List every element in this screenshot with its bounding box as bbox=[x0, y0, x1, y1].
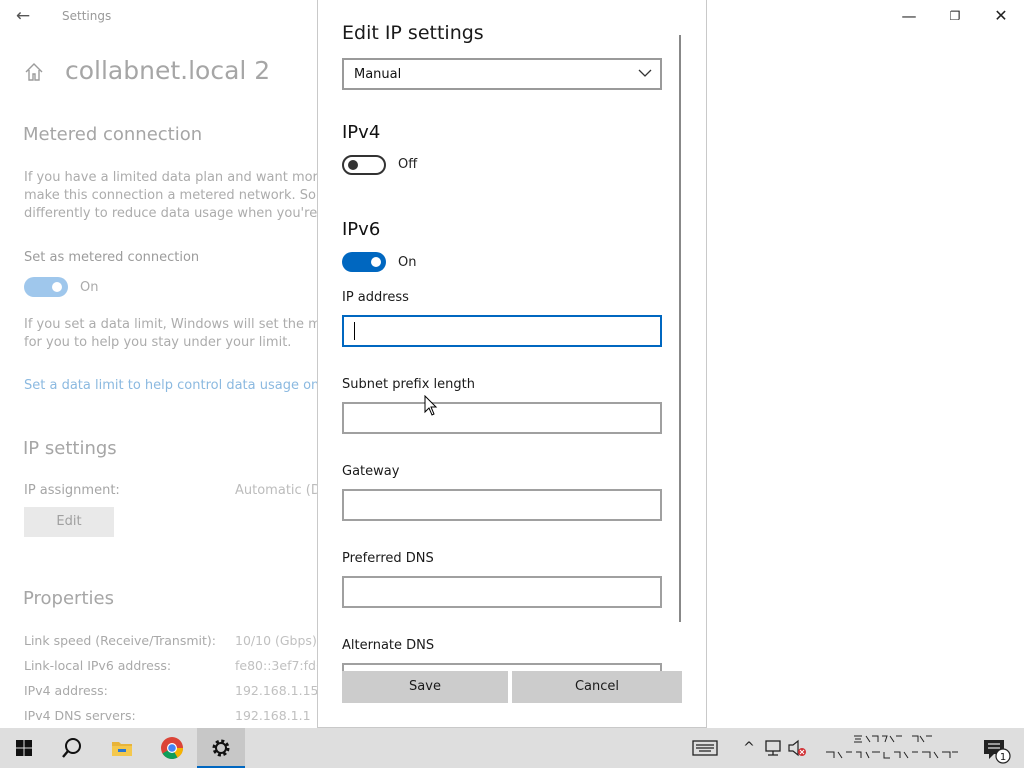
property-key: Link-local IPv6 address: bbox=[24, 658, 172, 673]
ipv6-heading: IPv6 bbox=[342, 219, 381, 240]
home-icon[interactable] bbox=[24, 62, 44, 82]
page-title: collabnet.local 2 bbox=[65, 56, 271, 85]
save-button[interactable]: Save bbox=[342, 671, 508, 703]
mouse-pointer-icon bbox=[424, 395, 438, 416]
clock[interactable] bbox=[822, 728, 962, 768]
property-row: IPv4 address: 192.168.1.15 bbox=[24, 683, 318, 701]
text-caret bbox=[354, 322, 355, 340]
volume-muted-icon[interactable] bbox=[786, 728, 808, 768]
property-value: 192.168.1.15 bbox=[235, 683, 318, 698]
metered-desc-line: If you have a limited data plan and want… bbox=[24, 170, 318, 185]
ip-mode-value: Manual bbox=[354, 67, 402, 82]
data-limit-link[interactable]: Set a data limit to help control data us… bbox=[24, 378, 318, 393]
metered-toggle[interactable] bbox=[24, 277, 68, 297]
toggle-knob bbox=[52, 282, 62, 292]
metered-desc-line: differently to reduce data usage when yo… bbox=[24, 206, 318, 221]
back-arrow-icon[interactable]: ← bbox=[10, 5, 36, 27]
network-icon[interactable] bbox=[762, 728, 784, 768]
taskbar: ^ 1 bbox=[0, 728, 1024, 768]
property-row: IPv4 DNS servers: 192.168.1.1 bbox=[24, 708, 318, 726]
maximize-button[interactable]: ❐ bbox=[932, 0, 978, 32]
ip-address-input[interactable] bbox=[342, 315, 662, 347]
settings-icon bbox=[212, 739, 230, 757]
property-value: fe80::3ef7:fd6 bbox=[235, 658, 318, 673]
toggle-knob bbox=[371, 257, 381, 267]
ip-assignment-label: IP assignment: bbox=[24, 483, 120, 498]
notification-icon: 1 bbox=[984, 740, 1011, 764]
property-row: Link-local IPv6 address: fe80::3ef7:fd6 bbox=[24, 658, 318, 676]
alternate-dns-label: Alternate DNS bbox=[342, 638, 435, 653]
minimize-button[interactable]: — bbox=[886, 0, 932, 32]
ip-mode-dropdown[interactable]: Manual bbox=[342, 58, 662, 90]
metered-heading: Metered connection bbox=[23, 124, 203, 145]
clock-glyphs bbox=[826, 735, 958, 759]
property-row: Link speed (Receive/Transmit): 10/10 (Gb… bbox=[24, 633, 318, 651]
edit-ip-dialog: Edit IP settings Manual IPv4 Off IPv6 On… bbox=[317, 0, 707, 728]
file-explorer-button[interactable] bbox=[98, 728, 146, 768]
limit-desc-line: for you to help you stay under your limi… bbox=[24, 335, 292, 350]
property-value: 192.168.1.1 bbox=[235, 708, 311, 723]
preferred-dns-input[interactable] bbox=[342, 576, 662, 608]
chevron-up-icon[interactable]: ^ bbox=[738, 728, 760, 768]
notification-button[interactable]: 1 bbox=[980, 728, 1014, 768]
alternate-dns-input[interactable] bbox=[342, 663, 662, 671]
metered-description: If you have a limited data plan and want… bbox=[24, 169, 318, 223]
ipv6-toggle[interactable] bbox=[342, 252, 386, 272]
ipv4-toggle[interactable] bbox=[342, 155, 386, 175]
window-title: Settings bbox=[62, 9, 112, 23]
property-key: IPv4 address: bbox=[24, 683, 108, 698]
metered-desc-line: make this connection a metered network. … bbox=[24, 188, 318, 203]
ipv6-toggle-state: On bbox=[398, 255, 417, 270]
gateway-label: Gateway bbox=[342, 464, 400, 479]
file-explorer-icon bbox=[112, 742, 132, 756]
settings-button[interactable] bbox=[197, 728, 245, 768]
start-button[interactable] bbox=[0, 728, 48, 768]
property-key: IPv4 DNS servers: bbox=[24, 708, 136, 723]
ipv4-toggle-state: Off bbox=[398, 157, 418, 172]
ip-address-label: IP address bbox=[342, 290, 409, 305]
gateway-input[interactable] bbox=[342, 489, 662, 521]
close-button[interactable]: ✕ bbox=[978, 0, 1024, 32]
preferred-dns-label: Preferred DNS bbox=[342, 551, 434, 566]
keyboard-icon[interactable] bbox=[690, 728, 720, 768]
ip-settings-heading: IP settings bbox=[23, 438, 117, 459]
metered-toggle-label: Set as metered connection bbox=[24, 250, 200, 265]
chrome-icon bbox=[161, 737, 183, 759]
cancel-button[interactable]: Cancel bbox=[512, 671, 682, 703]
dialog-title: Edit IP settings bbox=[342, 22, 484, 44]
properties-heading: Properties bbox=[23, 588, 114, 609]
limit-desc-line: If you set a data limit, Windows will se… bbox=[24, 317, 318, 332]
chrome-button[interactable] bbox=[148, 728, 196, 768]
metered-toggle-state: On bbox=[80, 280, 99, 295]
data-limit-description: If you set a data limit, Windows will se… bbox=[24, 316, 318, 352]
search-button[interactable] bbox=[48, 728, 96, 768]
notification-count: 1 bbox=[1000, 752, 1006, 763]
property-value: 10/10 (Gbps) bbox=[235, 633, 317, 648]
toggle-knob bbox=[348, 160, 358, 170]
ipv4-heading: IPv4 bbox=[342, 122, 381, 143]
chevron-down-icon bbox=[638, 69, 652, 77]
dialog-scrollbar[interactable] bbox=[679, 35, 681, 622]
search-icon bbox=[62, 738, 81, 758]
edit-button[interactable]: Edit bbox=[24, 507, 114, 537]
property-key: Link speed (Receive/Transmit): bbox=[24, 633, 217, 648]
subnet-prefix-input[interactable] bbox=[342, 402, 662, 434]
start-icon bbox=[16, 740, 32, 756]
subnet-prefix-label: Subnet prefix length bbox=[342, 377, 475, 392]
ip-assignment-value: Automatic (D bbox=[235, 483, 318, 498]
